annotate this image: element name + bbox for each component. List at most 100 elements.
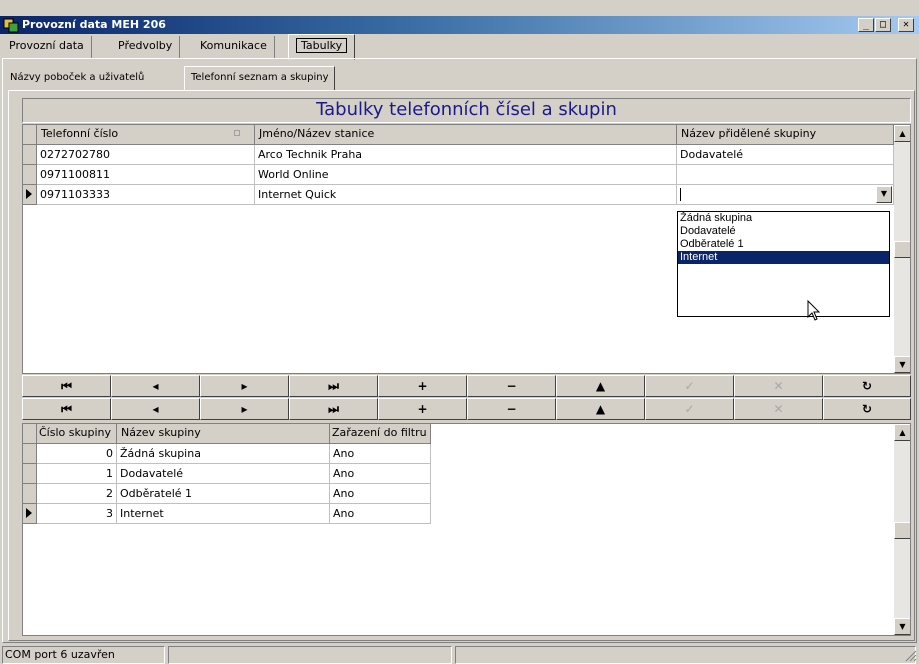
table-cell[interactable]: Žádná skupina [117, 444, 330, 464]
table-cell[interactable]: Ano [330, 504, 431, 524]
post-nav-button[interactable]: ✓ [645, 375, 734, 397]
refresh-nav-button[interactable]: ↻ [823, 375, 911, 397]
header-indicator [23, 424, 37, 444]
minimize-button[interactable]: _ [858, 18, 874, 32]
next-icon: ▸ [241, 402, 248, 416]
table-cell[interactable]: Dodavatelé [117, 464, 330, 484]
cancel-nav-button[interactable]: ✕ [734, 375, 823, 397]
dropdown-option[interactable]: Dodavatelé [678, 225, 889, 238]
table-cell[interactable]: 2 [37, 484, 117, 504]
maximize-button[interactable]: □ [875, 18, 891, 32]
next-nav-button[interactable]: ▸ [200, 398, 289, 420]
insert-nav-button[interactable]: + [378, 375, 467, 397]
subtab-telefonni-seznam[interactable]: Telefonní seznam a skupiny [184, 66, 336, 91]
insert-icon: + [417, 379, 428, 393]
col-skupina[interactable]: Název přidělené skupiny [677, 125, 894, 145]
prior-nav-button[interactable]: ◂ [111, 398, 200, 420]
col-jmeno[interactable]: Jméno/Název stanice [255, 125, 677, 145]
post-icon: ✓ [684, 379, 695, 393]
resize-grip-icon[interactable] [904, 649, 917, 662]
sort-icon [234, 130, 240, 136]
first-icon: ⏮ [61, 379, 72, 393]
table-cell[interactable]: 1 [37, 464, 117, 484]
last-nav-button[interactable]: ⏭ [289, 375, 378, 397]
group-table[interactable]: Číslo skupiny Název skupiny Zařazení do … [22, 423, 911, 636]
delete-nav-button[interactable]: − [467, 375, 556, 397]
post-nav-button[interactable]: ✓ [645, 398, 734, 420]
table-cell[interactable]: 0971100811 [37, 165, 255, 185]
delete-icon: − [506, 379, 517, 393]
status-panel-2 [168, 646, 452, 664]
app-window: Provozní data MEH 206 _ □ ✕ Provozní dat… [0, 0, 919, 664]
refresh-icon: ↻ [861, 402, 873, 416]
table-cell[interactable]: World Online [255, 165, 677, 185]
table-cell[interactable]: Internet [117, 504, 330, 524]
combo-dropdown-button[interactable]: ▼ [876, 186, 892, 203]
row-pointer-icon [26, 508, 32, 518]
next-nav-button[interactable]: ▸ [200, 375, 289, 397]
table-cell[interactable]: 0 [37, 444, 117, 464]
phone-navigator: ⏮ ◂ ▸ ⏭ + − ▲ ✓ ✕ ↻ [22, 375, 911, 397]
table-cell[interactable]: Arco Technik Praha [255, 145, 677, 165]
table-cell[interactable]: 3 [37, 504, 117, 524]
current-row-indicator [23, 185, 37, 205]
scroll-down-button[interactable]: ▼ [894, 618, 910, 635]
phone-table-scrollbar[interactable]: ▲ ▼ [894, 125, 910, 373]
subtab-nazvy-pobocek[interactable]: Názvy poboček a uživatelů [4, 68, 150, 90]
refresh-icon: ↻ [861, 379, 873, 393]
tab-provozni-data[interactable]: Provozní data [2, 36, 92, 58]
table-cell[interactable]: Ano [330, 444, 431, 464]
delete-nav-button[interactable]: − [467, 398, 556, 420]
group-combo[interactable]: ▼ [677, 185, 894, 205]
insert-nav-button[interactable]: + [378, 398, 467, 420]
tab-tabulky[interactable]: Tabulky [288, 34, 356, 60]
table-cell[interactable]: 0272702780 [37, 145, 255, 165]
edit-nav-button[interactable]: ▲ [556, 398, 645, 420]
group-dropdown-list[interactable]: Žádná skupina Dodavatelé Odběratelé 1 In… [677, 211, 890, 317]
scroll-up-button[interactable]: ▲ [894, 424, 910, 441]
table-cell[interactable]: Odběratelé 1 [117, 484, 330, 504]
col-nazev-skupiny[interactable]: Název skupiny [117, 424, 330, 444]
scroll-up-button[interactable]: ▲ [894, 125, 910, 142]
insert-icon: + [417, 402, 428, 416]
close-button[interactable]: ✕ [898, 18, 914, 32]
text-cursor [680, 188, 681, 201]
table-cell[interactable]: 0971103333 [37, 185, 255, 205]
scroll-down-button[interactable]: ▼ [894, 356, 910, 373]
table-cell[interactable]: Internet Quick [255, 185, 677, 205]
group-navigator: ⏮ ◂ ▸ ⏭ + − ▲ ✓ ✕ ↻ [22, 398, 911, 420]
group-table-scrollbar[interactable]: ▲ ▼ [894, 424, 910, 635]
cancel-nav-button[interactable]: ✕ [734, 398, 823, 420]
table-cell[interactable]: Ano [330, 484, 431, 504]
first-nav-button[interactable]: ⏮ [22, 398, 111, 420]
first-nav-button[interactable]: ⏮ [22, 375, 111, 397]
window-title: Provozní data MEH 206 [22, 18, 166, 31]
title-bar: Provozní data MEH 206 _ □ ✕ [0, 16, 919, 34]
current-row-indicator [23, 504, 37, 524]
table-cell[interactable]: Ano [330, 464, 431, 484]
last-icon: ⏭ [328, 379, 339, 393]
table-cell[interactable] [677, 165, 894, 185]
edit-icon: ▲ [595, 402, 606, 416]
prior-icon: ◂ [152, 402, 159, 416]
dropdown-option[interactable]: Odběratelé 1 [678, 238, 889, 251]
col-zarazeni[interactable]: Zařazení do filtru [330, 424, 431, 444]
cancel-icon: ✕ [773, 402, 784, 416]
last-nav-button[interactable]: ⏭ [289, 398, 378, 420]
refresh-nav-button[interactable]: ↻ [823, 398, 911, 420]
tab-komunikace[interactable]: Komunikace [193, 36, 275, 58]
status-port: COM port 6 uzavřen [2, 646, 165, 664]
tab-predvolby[interactable]: Předvolby [111, 36, 181, 58]
prior-nav-button[interactable]: ◂ [111, 375, 200, 397]
prior-icon: ◂ [152, 379, 159, 393]
row-indicator [23, 165, 37, 185]
row-indicator [23, 484, 37, 504]
dropdown-option-selected[interactable]: Internet [678, 251, 889, 264]
edit-nav-button[interactable]: ▲ [556, 375, 645, 397]
scroll-thumb[interactable] [894, 522, 910, 539]
table-cell[interactable]: Dodavatelé [677, 145, 894, 165]
scroll-thumb[interactable] [894, 241, 910, 258]
dropdown-option[interactable]: Žádná skupina [678, 212, 889, 225]
col-telefonni-cislo[interactable]: Telefonní číslo [37, 125, 255, 145]
col-cislo-skupiny[interactable]: Číslo skupiny [37, 424, 117, 444]
